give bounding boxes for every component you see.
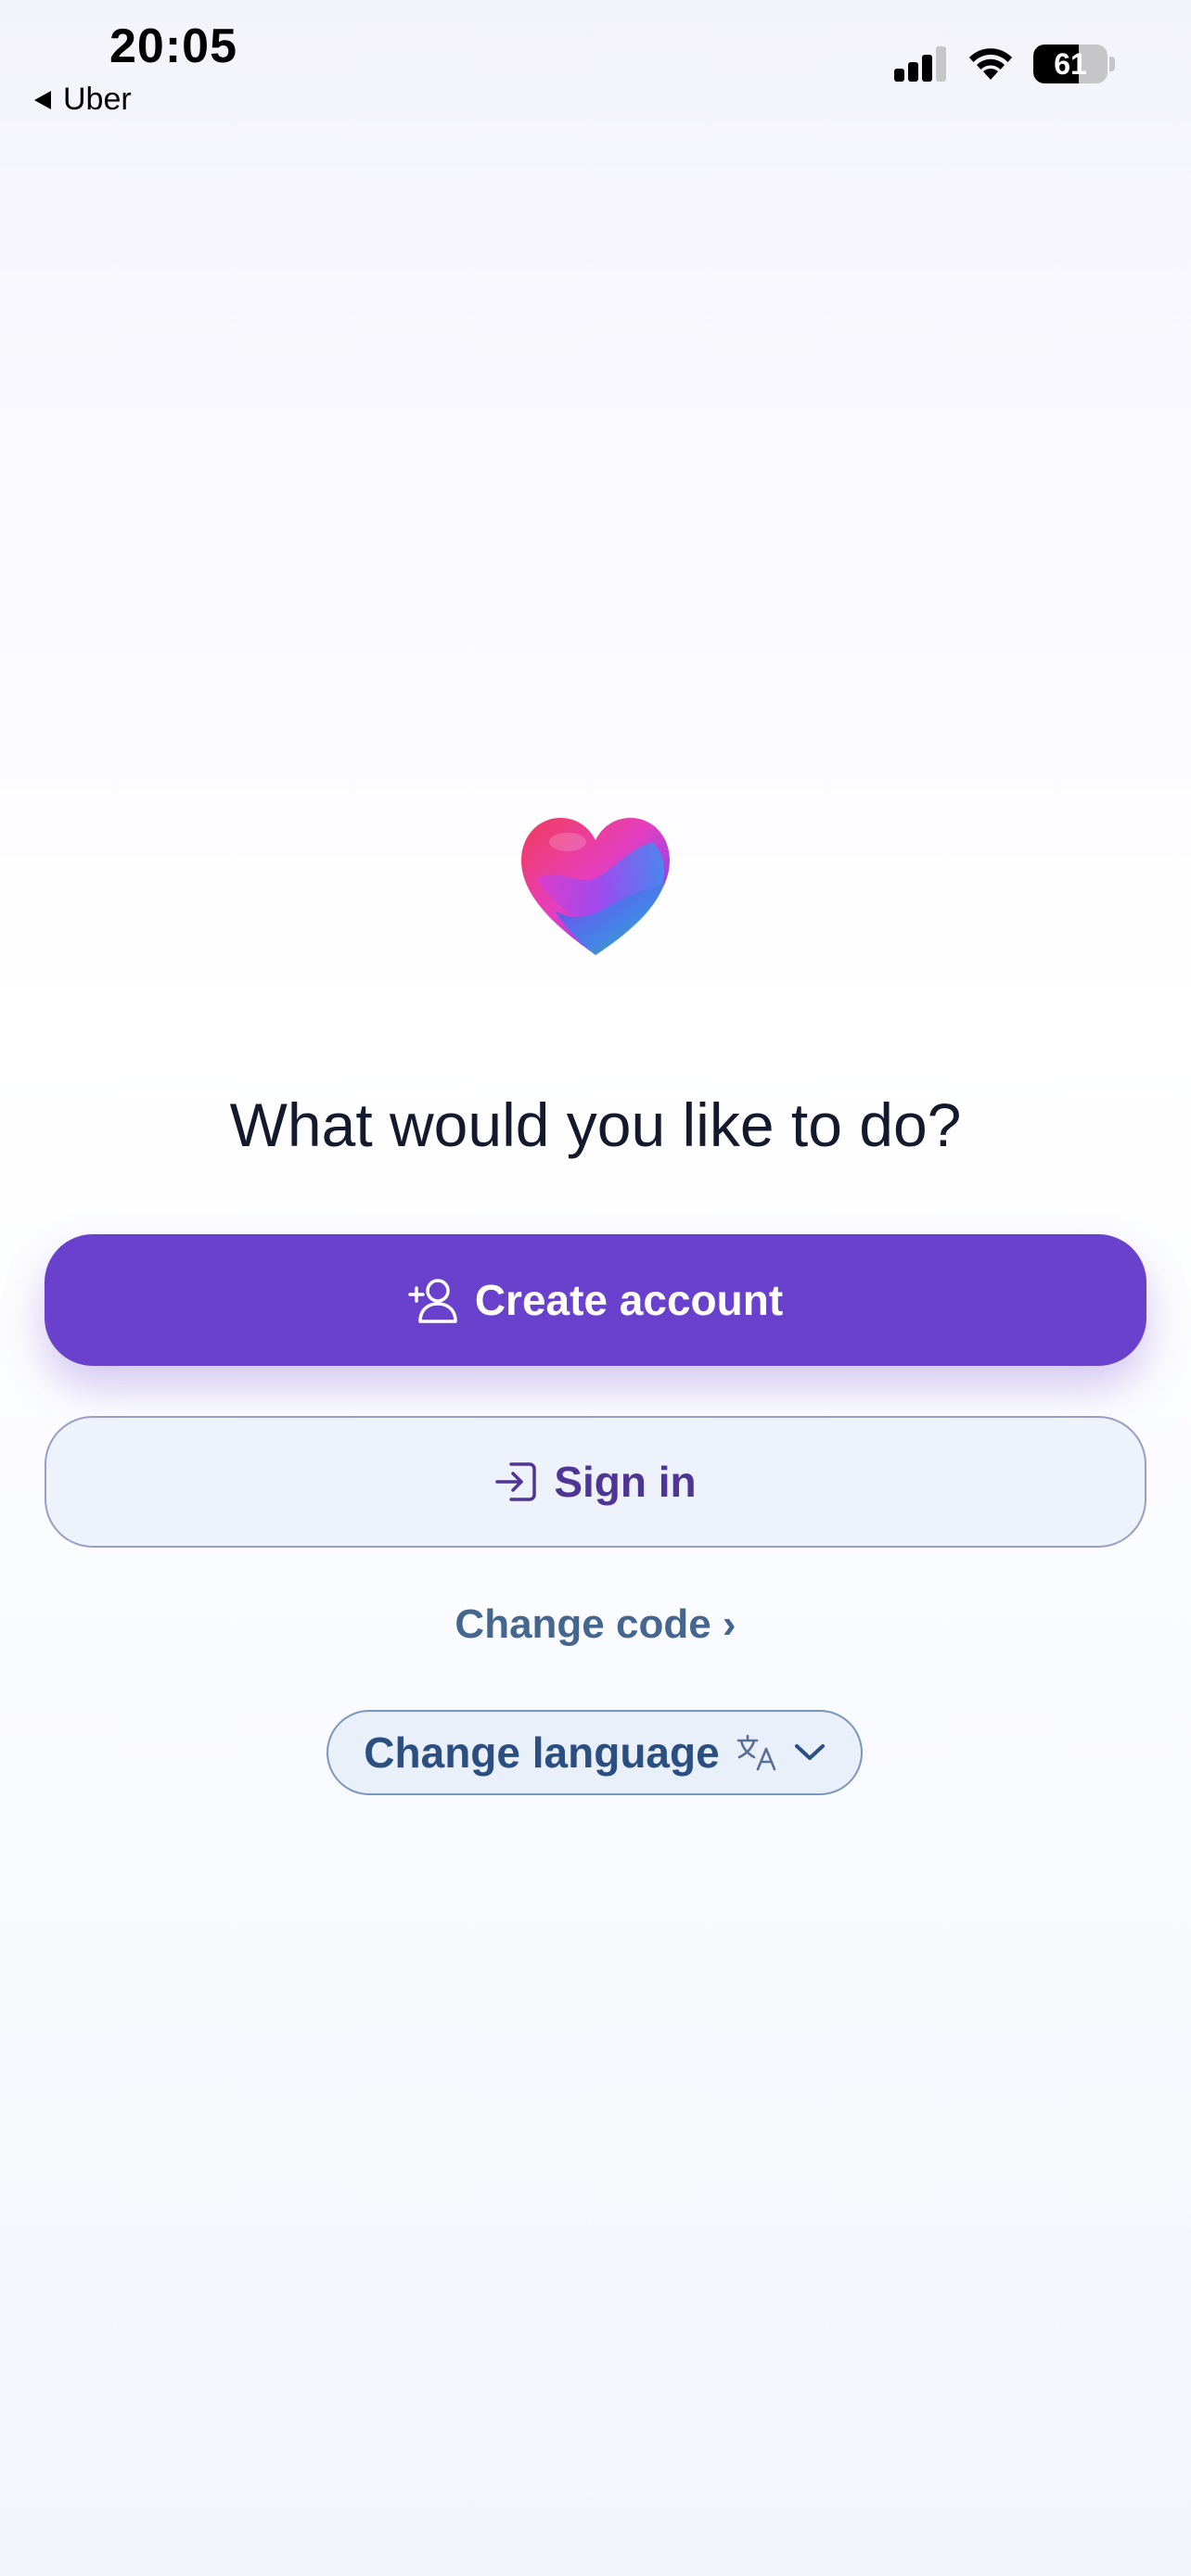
status-indicators: 61 bbox=[894, 45, 1115, 83]
battery-level: 61 bbox=[1054, 46, 1087, 81]
heart-logo-icon bbox=[521, 818, 670, 955]
wifi-icon bbox=[969, 48, 1012, 80]
sign-in-button[interactable]: Sign in bbox=[45, 1416, 1146, 1548]
create-account-button[interactable]: Create account bbox=[45, 1234, 1146, 1366]
sign-in-icon bbox=[495, 1462, 537, 1501]
chevron-down-icon bbox=[794, 1744, 825, 1760]
create-account-label: Create account bbox=[474, 1276, 784, 1324]
back-arrow-icon bbox=[34, 90, 51, 109]
cellular-signal-icon bbox=[894, 46, 946, 82]
status-time: 20:05 bbox=[109, 19, 237, 73]
change-code-link[interactable]: Change code › bbox=[0, 1601, 1191, 1648]
change-language-button[interactable]: Change language bbox=[327, 1710, 863, 1795]
back-app-label: Uber bbox=[63, 82, 132, 117]
back-to-app-link[interactable]: Uber bbox=[33, 82, 132, 118]
change-language-label: Change language bbox=[364, 1728, 720, 1777]
battery-icon: 61 bbox=[1033, 45, 1108, 83]
translate-icon bbox=[736, 1734, 775, 1771]
sign-in-label: Sign in bbox=[554, 1458, 697, 1506]
battery-cap bbox=[1109, 57, 1115, 71]
page-title: What would you like to do? bbox=[229, 1090, 962, 1159]
add-user-icon bbox=[408, 1279, 457, 1323]
